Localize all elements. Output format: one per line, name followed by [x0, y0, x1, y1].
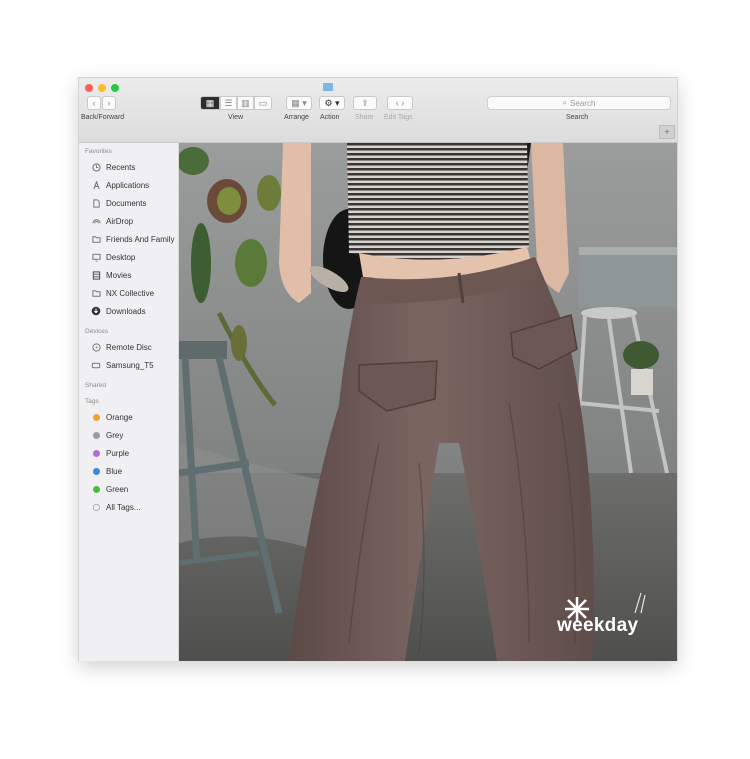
column-view-button[interactable]: ▥ — [237, 96, 254, 110]
arrange-icon: ▦ ▾ — [291, 97, 307, 108]
view-label: View — [228, 114, 244, 121]
plus-icon: + — [664, 127, 670, 137]
edit-tags-label: Edit Tags — [384, 114, 413, 121]
favorites-section-title: Favorites — [85, 148, 112, 155]
document-icon — [91, 198, 101, 208]
shared-section-title: Shared — [85, 382, 106, 389]
sidebar-item-label: Green — [106, 484, 129, 494]
list-icon: ☰ — [224, 97, 233, 108]
sidebar-item-label: Blue — [106, 466, 123, 476]
photo-content: weekday — [179, 143, 677, 661]
disc-icon — [91, 342, 101, 352]
folder-icon — [91, 234, 101, 244]
sidebar-item-label: AirDrop — [106, 216, 134, 226]
film-icon — [91, 270, 101, 280]
arrange-button[interactable]: ▦ ▾ — [286, 96, 312, 110]
sidebar-tag-grey[interactable]: Grey — [79, 426, 178, 444]
sidebar-item-documents[interactable]: Documents — [79, 194, 178, 212]
forward-button[interactable]: › — [102, 96, 116, 110]
tag-dot-icon — [91, 466, 101, 476]
action-button[interactable]: ⚙ ▾ — [319, 96, 345, 110]
clock-icon — [91, 162, 101, 172]
gallery-view-button[interactable]: ▭ — [254, 96, 272, 110]
sidebar-item-label: Documents — [106, 198, 147, 208]
search-icon: ⌕ — [562, 98, 568, 107]
sidebar-item-recents[interactable]: Recents — [79, 158, 178, 176]
sidebar-item-friends-and-family[interactable]: Friends And Family — [79, 230, 178, 248]
gallery-icon: ▭ — [258, 97, 268, 108]
folder-icon — [91, 288, 101, 298]
edit-tags-button[interactable]: ‹ › — [387, 96, 413, 110]
sidebar-tag-green[interactable]: Green — [79, 480, 178, 498]
tag-dot-icon — [91, 448, 101, 458]
sidebar-tag-orange[interactable]: Orange — [79, 408, 178, 426]
brand-watermark: weekday — [557, 615, 639, 636]
share-button[interactable]: ⇪ — [353, 96, 377, 110]
sidebar-item-label: All Tags... — [106, 502, 141, 512]
sidebar-item-label: Movies — [106, 270, 132, 280]
tag-dot-icon — [91, 412, 101, 422]
sidebar-item-desktop[interactable]: Desktop — [79, 248, 178, 266]
sidebar-item-remote-disc[interactable]: Remote Disc — [79, 338, 178, 356]
sidebar-item-label: Desktop — [106, 252, 136, 262]
sidebar-item-downloads[interactable]: Downloads — [79, 302, 178, 320]
share-label: Share — [355, 114, 374, 121]
search-input[interactable]: ⌕ Search — [487, 96, 671, 110]
chevron-left-icon: ‹ — [92, 98, 96, 108]
sidebar-item-label: NX Collective — [106, 288, 155, 298]
gear-icon: ⚙ ▾ — [324, 97, 340, 108]
sidebar-item-label: Recents — [106, 162, 136, 172]
tag-icon: ‹ › — [395, 98, 405, 108]
applications-icon — [91, 180, 101, 190]
share-icon: ⇪ — [361, 97, 369, 108]
zoom-window-button[interactable] — [111, 84, 119, 92]
fashion-photo — [179, 143, 677, 661]
sidebar-all-tags[interactable]: All Tags... — [79, 498, 178, 516]
close-window-button[interactable] — [85, 84, 93, 92]
sidebar-item-samsung-t5[interactable]: Samsung_T5 — [79, 356, 178, 374]
sidebar-item-label: Downloads — [106, 306, 146, 316]
columns-icon: ▥ — [241, 97, 250, 108]
finder-window: ‹ › Back/Forward ▦ ☰ ▥ ▭ View ▦ ▾ Arrang… — [78, 77, 678, 661]
sidebar: Favorites Recents Applications Documents… — [79, 143, 179, 661]
download-icon — [91, 306, 101, 316]
sidebar-item-label: Purple — [106, 448, 130, 458]
sidebar-item-label: Friends And Family — [106, 234, 175, 244]
drive-icon — [91, 360, 101, 370]
sidebar-item-applications[interactable]: Applications — [79, 176, 178, 194]
icon-view-button[interactable]: ▦ — [200, 96, 220, 110]
all-tags-icon — [91, 502, 101, 512]
window-folder-icon — [323, 83, 333, 91]
airdrop-icon — [91, 216, 101, 226]
desktop-icon — [91, 252, 101, 262]
counter — [579, 251, 677, 307]
sidebar-item-label: Orange — [106, 412, 133, 422]
sidebar-item-nx-collective[interactable]: NX Collective — [79, 284, 178, 302]
tag-dot-icon — [91, 430, 101, 440]
sidebar-tag-blue[interactable]: Blue — [79, 462, 178, 480]
sidebar-item-airdrop[interactable]: AirDrop — [79, 212, 178, 230]
tag-dot-icon — [91, 484, 101, 494]
search-label: Search — [566, 114, 589, 121]
sidebar-item-label: Samsung_T5 — [106, 360, 154, 370]
sidebar-item-movies[interactable]: Movies — [79, 266, 178, 284]
devices-section-title: Devices — [85, 328, 109, 335]
toolbar: ‹ › Back/Forward ▦ ☰ ▥ ▭ View ▦ ▾ Arrang… — [79, 78, 677, 143]
sidebar-item-label: Applications — [106, 180, 150, 190]
action-label: Action — [320, 114, 340, 121]
tags-section-title: Tags — [85, 398, 99, 405]
sidebar-item-label: Remote Disc — [106, 342, 152, 352]
arrange-label: Arrange — [284, 114, 309, 121]
grid-icon: ▦ — [205, 97, 215, 108]
search-placeholder: Search — [570, 98, 596, 108]
sidebar-tag-purple[interactable]: Purple — [79, 444, 178, 462]
list-view-button[interactable]: ☰ — [220, 96, 237, 110]
new-tab-button[interactable]: + — [659, 125, 675, 139]
back-button[interactable]: ‹ — [87, 96, 101, 110]
chevron-right-icon: › — [107, 98, 111, 108]
minimize-window-button[interactable] — [98, 84, 106, 92]
sidebar-item-label: Grey — [106, 430, 124, 440]
back-forward-label: Back/Forward — [81, 114, 125, 121]
